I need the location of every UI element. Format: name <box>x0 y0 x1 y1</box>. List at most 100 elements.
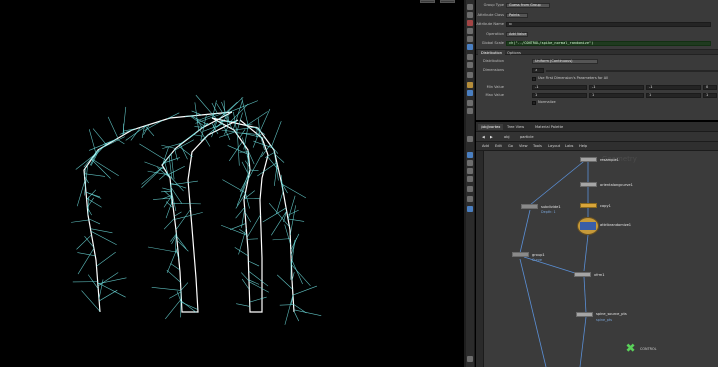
menu-labs[interactable]: Labs <box>565 143 573 150</box>
group-type-row: Group Type Guess from Group <box>476 2 718 8</box>
max-value-x[interactable]: 1 <box>532 93 587 98</box>
dimensions-label: Dimensions <box>483 68 504 72</box>
back-arrow-icon[interactable]: ◀ <box>482 134 485 140</box>
tool-icon-19[interactable] <box>467 186 473 192</box>
control-node-icon[interactable]: ✖ <box>624 342 637 355</box>
attribute-name-label: Attribute Name <box>476 22 504 26</box>
tool-icon-8[interactable] <box>467 62 473 68</box>
dimensions-field[interactable]: 3 <box>532 68 544 73</box>
spike-line <box>287 195 296 220</box>
group-type-menu[interactable]: Guess from Group <box>506 3 550 8</box>
spike-line <box>77 252 96 257</box>
info-icon[interactable] <box>467 356 473 362</box>
tool-icon-5[interactable] <box>467 36 473 42</box>
spike-line <box>243 125 249 150</box>
max-value-z[interactable]: 1 <box>646 93 701 98</box>
global-scale-expression[interactable]: ch("../CONTROL/spike_normal_randomize") <box>506 41 711 46</box>
tab-distribution[interactable]: Distribution <box>478 50 505 56</box>
spike-line <box>165 298 182 320</box>
spike-line <box>246 111 268 126</box>
spike-line <box>287 218 305 222</box>
tool-icon-2[interactable] <box>467 12 473 18</box>
min-value-x[interactable]: -1 <box>532 85 587 90</box>
tool-icon-21[interactable] <box>467 206 473 212</box>
max-value-row: Max Value 1 1 1 1 <box>476 92 718 98</box>
min-value-label: Min Value <box>486 85 504 89</box>
tool-icon-10[interactable] <box>467 82 473 88</box>
tool-icon-7[interactable] <box>467 54 473 60</box>
attribute-class-menu[interactable]: Points <box>506 13 528 18</box>
spike-line <box>234 247 249 257</box>
arch-curve-left <box>161 111 239 313</box>
normalize-checkbox[interactable] <box>532 101 536 105</box>
path-obj[interactable]: obj <box>504 134 509 140</box>
tool-icon-20[interactable] <box>467 196 473 202</box>
scene-viewport[interactable] <box>0 0 465 367</box>
distribution-menu[interactable]: Uniform (Continuous) <box>532 59 598 64</box>
dimensions-slider[interactable] <box>546 70 718 72</box>
spike-line <box>194 102 199 131</box>
parameter-pane: Group Type Guess from Group Attribute Cl… <box>476 0 718 120</box>
max-value-w[interactable]: 1 <box>703 93 717 98</box>
tool-icon-9[interactable] <box>467 72 473 78</box>
node-control-label: CONTROL <box>640 347 657 351</box>
spike-line <box>229 141 243 162</box>
operation-menu[interactable]: Add Value <box>506 32 528 37</box>
tool-icon-18[interactable] <box>467 176 473 182</box>
tool-icon-6[interactable] <box>467 44 473 50</box>
max-value-y[interactable]: 1 <box>589 93 644 98</box>
menu-add[interactable]: Add <box>482 143 489 150</box>
min-value-z[interactable]: -1 <box>646 85 701 90</box>
tool-icon-14[interactable] <box>467 136 473 142</box>
spike-line <box>166 269 181 283</box>
min-value-y[interactable]: -1 <box>589 85 644 90</box>
tool-icon-12[interactable] <box>467 100 473 106</box>
spike-line <box>81 290 101 312</box>
tool-icon-15[interactable] <box>467 152 473 158</box>
tool-icon-4[interactable] <box>467 28 473 34</box>
use-first-dim-checkbox[interactable] <box>532 77 536 81</box>
min-value-w[interactable]: 0 <box>703 85 717 90</box>
node-xform[interactable] <box>574 272 591 277</box>
menu-tools[interactable]: Tools <box>533 143 542 150</box>
path-particle[interactable]: particle <box>520 134 534 140</box>
menu-go[interactable]: Go <box>508 143 513 150</box>
spike-line <box>265 152 275 158</box>
spike-line <box>221 224 247 236</box>
forward-arrow-icon[interactable]: ▶ <box>490 134 493 140</box>
node-resample[interactable] <box>580 157 597 162</box>
menu-view[interactable]: View <box>519 143 528 150</box>
network-editor[interactable]: Geometry resample1 orientalongcurve1 cop… <box>476 151 718 367</box>
tab-obj-vortex[interactable]: /obj/vortex <box>478 124 504 130</box>
spike-line <box>162 187 172 191</box>
node-copy[interactable] <box>580 203 597 208</box>
menu-help[interactable]: Help <box>579 143 587 150</box>
tab-material-palette[interactable]: Material Palette <box>532 124 566 130</box>
node-subdivide[interactable] <box>521 204 538 209</box>
tool-icon-17[interactable] <box>467 168 473 174</box>
spike-line <box>174 211 182 217</box>
menu-edit[interactable]: Edit <box>495 143 502 150</box>
menu-layout[interactable]: Layout <box>548 143 560 150</box>
node-orientalongcurve[interactable] <box>580 182 597 187</box>
viewport-canvas <box>71 94 322 325</box>
tool-icon-1[interactable] <box>467 4 473 10</box>
spike-line <box>96 251 116 267</box>
tool-icon-3[interactable] <box>467 20 473 26</box>
spike-line <box>291 264 311 287</box>
wire-8 <box>579 316 587 367</box>
global-scale-label: Global Scale <box>481 41 504 45</box>
tab-options[interactable]: Options <box>504 50 524 56</box>
spike-line <box>276 274 293 290</box>
tab-tree-view[interactable]: Tree View <box>504 124 527 130</box>
tool-icon-13[interactable] <box>467 108 473 114</box>
spike-line <box>141 166 164 188</box>
node-group[interactable] <box>512 252 529 257</box>
wire-4 <box>583 234 589 272</box>
tool-icon-16[interactable] <box>467 160 473 166</box>
node-spine-source[interactable] <box>576 312 593 317</box>
spike-line <box>229 223 246 230</box>
tool-icon-11[interactable] <box>467 90 473 96</box>
attribute-name-field[interactable]: N <box>506 22 711 27</box>
spike-line <box>222 179 246 194</box>
